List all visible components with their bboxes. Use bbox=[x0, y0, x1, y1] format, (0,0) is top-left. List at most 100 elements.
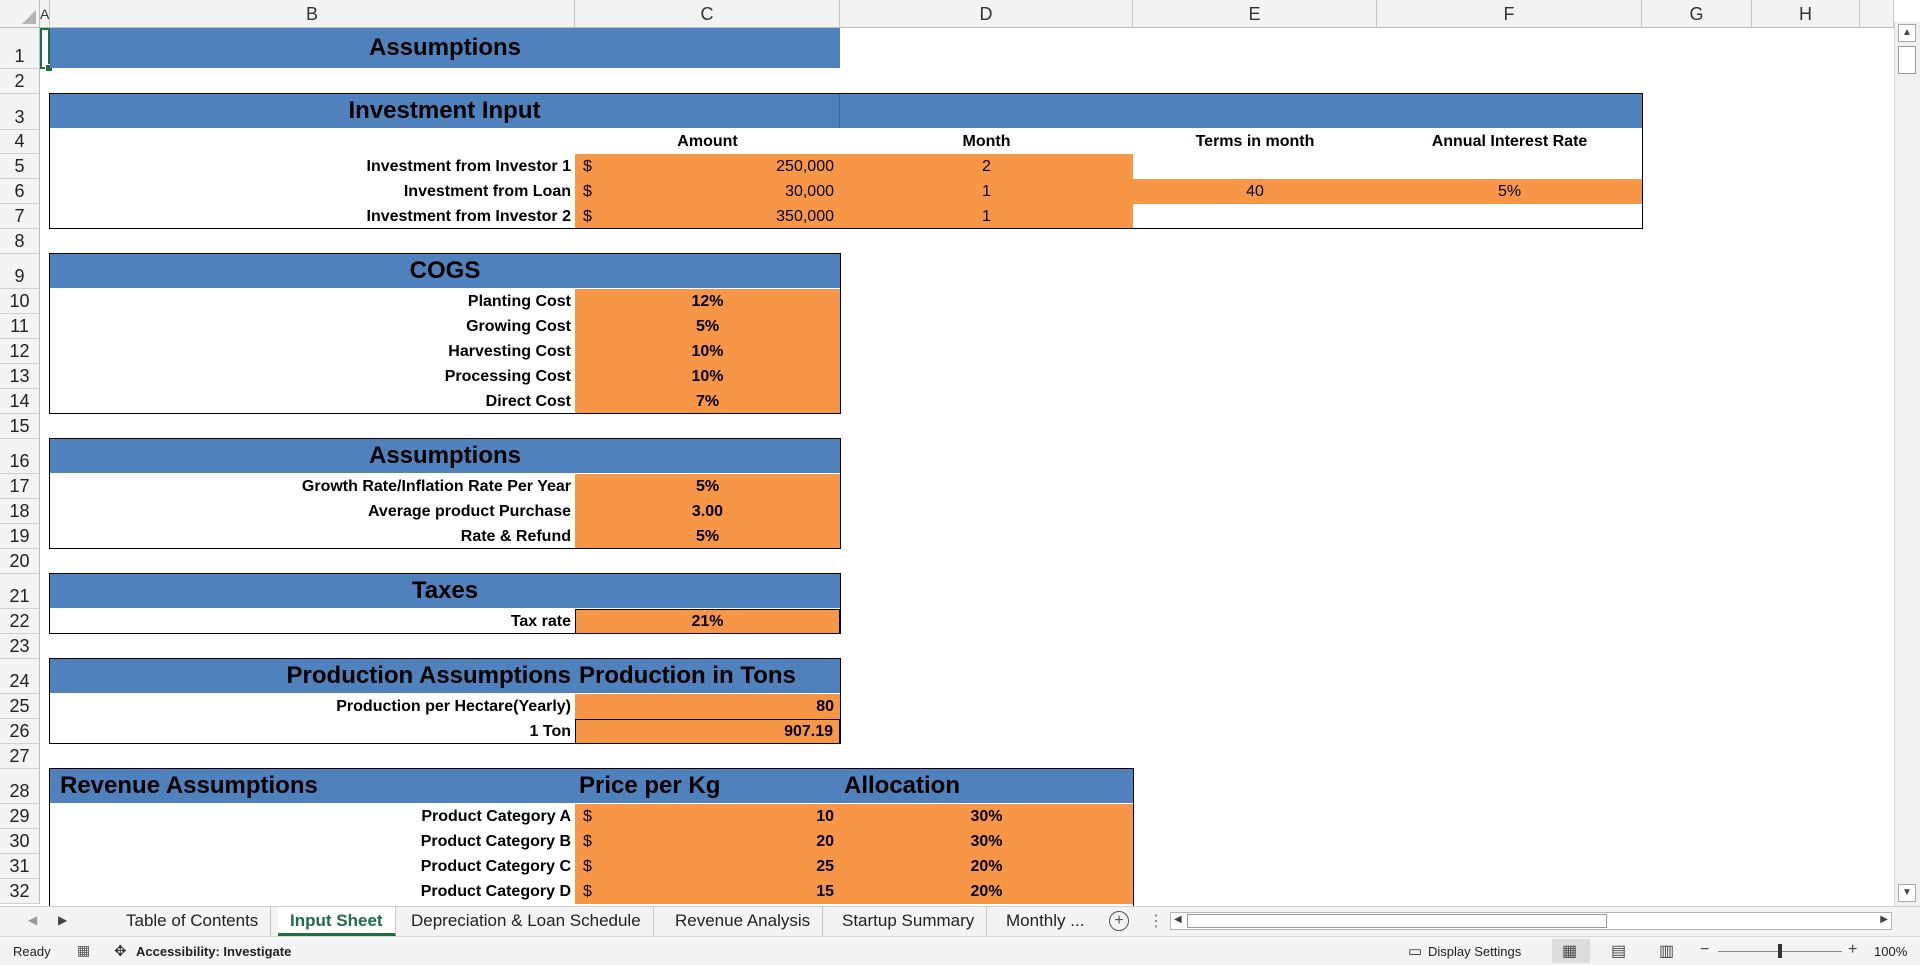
assumption-label[interactable]: Average product Purchase bbox=[50, 499, 575, 524]
column-label-month[interactable]: Month bbox=[840, 130, 1133, 154]
vertical-scrollbar[interactable]: ▲ ▼ bbox=[1894, 22, 1920, 906]
column-header-g[interactable]: G bbox=[1642, 0, 1752, 28]
scroll-up-icon[interactable]: ▲ bbox=[1898, 24, 1916, 42]
column-label-price[interactable]: Price per Kg bbox=[575, 769, 840, 803]
cogs-value-cell[interactable]: 7% bbox=[575, 389, 840, 414]
row-header[interactable]: 10 bbox=[0, 289, 40, 314]
section-title-production[interactable]: Production Assumptions bbox=[50, 659, 575, 693]
revenue-allocation-cell[interactable]: 20% bbox=[840, 879, 1133, 904]
column-label-amount[interactable]: Amount bbox=[575, 130, 840, 154]
revenue-allocation-cell[interactable]: 30% bbox=[840, 804, 1133, 829]
row-header[interactable]: 6 bbox=[0, 179, 40, 204]
row-header[interactable]: 19 bbox=[0, 524, 40, 549]
row-header[interactable]: 30 bbox=[0, 829, 40, 854]
row-header[interactable]: 11 bbox=[0, 314, 40, 339]
investment-amount-cell[interactable]: $350,000 bbox=[575, 204, 840, 229]
row-header[interactable]: 28 bbox=[0, 769, 40, 804]
loan-rate-cell[interactable]: 5% bbox=[1377, 179, 1642, 204]
cogs-label[interactable]: Harvesting Cost bbox=[50, 339, 575, 364]
accessibility-status[interactable]: Accessibility: Investigate bbox=[136, 944, 291, 959]
row-header[interactable]: 29 bbox=[0, 804, 40, 829]
row-header[interactable]: 21 bbox=[0, 574, 40, 609]
investment-month-cell[interactable]: 2 bbox=[840, 154, 1133, 179]
section-title-assumptions[interactable]: Assumptions bbox=[50, 439, 840, 473]
prev-sheet-icon[interactable]: ◀ bbox=[28, 913, 37, 927]
investment-label[interactable]: Investment from Investor 2 bbox=[50, 204, 575, 229]
investment-label[interactable]: Investment from Investor 1 bbox=[50, 154, 575, 179]
investment-label[interactable]: Investment from Loan bbox=[50, 179, 575, 204]
investment-month-cell[interactable]: 1 bbox=[840, 204, 1133, 229]
section-title-revenue[interactable]: Revenue Assumptions bbox=[50, 769, 575, 803]
row-header[interactable]: 32 bbox=[0, 879, 40, 904]
column-header-b[interactable]: B bbox=[50, 0, 575, 28]
column-header-f[interactable]: F bbox=[1377, 0, 1642, 28]
tab-revenue-analysis[interactable]: Revenue Analysis bbox=[663, 907, 824, 936]
add-sheet-icon[interactable]: + bbox=[1109, 911, 1129, 931]
accessibility-icon[interactable]: ✥ bbox=[114, 942, 127, 960]
investment-month-cell[interactable]: 1 bbox=[840, 179, 1133, 204]
investment-amount-cell[interactable]: $30,000 bbox=[575, 179, 840, 204]
row-header[interactable]: 8 bbox=[0, 229, 40, 254]
assumption-value-cell[interactable]: 3.00 bbox=[575, 499, 840, 524]
cogs-label[interactable]: Planting Cost bbox=[50, 289, 575, 314]
cogs-value-cell[interactable]: 10% bbox=[575, 339, 840, 364]
tab-table-of-contents[interactable]: Table of Contents bbox=[114, 907, 272, 936]
horizontal-scrollbar[interactable]: ◀ ▶ bbox=[1170, 912, 1892, 930]
cogs-label[interactable]: Growing Cost bbox=[50, 314, 575, 339]
row-header[interactable]: 12 bbox=[0, 339, 40, 364]
column-header-h[interactable]: H bbox=[1752, 0, 1860, 28]
tax-label[interactable]: Tax rate bbox=[50, 609, 575, 634]
next-sheet-icon[interactable]: ▶ bbox=[58, 913, 67, 927]
row-header[interactable]: 26 bbox=[0, 719, 40, 744]
row-header[interactable]: 27 bbox=[0, 744, 40, 769]
cogs-value-cell[interactable]: 5% bbox=[575, 314, 840, 339]
revenue-allocation-cell[interactable]: 30% bbox=[840, 829, 1133, 854]
row-header[interactable]: 13 bbox=[0, 364, 40, 389]
assumption-label[interactable]: Growth Rate/Inflation Rate Per Year bbox=[50, 474, 575, 499]
tab-input-sheet[interactable]: Input Sheet bbox=[278, 907, 396, 936]
revenue-price-cell[interactable]: $20 bbox=[575, 829, 840, 854]
row-header[interactable]: 17 bbox=[0, 474, 40, 499]
revenue-price-cell[interactable]: $15 bbox=[575, 879, 840, 904]
revenue-price-cell[interactable]: $25 bbox=[575, 854, 840, 879]
row-header[interactable]: 24 bbox=[0, 659, 40, 694]
zoom-level[interactable]: 100% bbox=[1874, 944, 1907, 959]
production-value-cell[interactable]: 80 bbox=[575, 694, 840, 719]
scroll-left-icon[interactable]: ◀ bbox=[1174, 914, 1182, 925]
cogs-label[interactable]: Direct Cost bbox=[50, 389, 575, 414]
zoom-slider-handle[interactable] bbox=[1778, 944, 1782, 958]
section-title-investment[interactable]: Investment Input bbox=[50, 94, 840, 128]
row-header[interactable]: 18 bbox=[0, 499, 40, 524]
assumption-value-cell[interactable]: 5% bbox=[575, 524, 840, 549]
macro-record-icon[interactable]: ▦ bbox=[77, 942, 90, 959]
cogs-value-cell[interactable]: 12% bbox=[575, 289, 840, 314]
revenue-label[interactable]: Product Category C bbox=[50, 854, 575, 879]
row-header[interactable]: 9 bbox=[0, 254, 40, 289]
scroll-right-icon[interactable]: ▶ bbox=[1880, 914, 1888, 925]
production-label[interactable]: 1 Ton bbox=[50, 719, 575, 744]
tax-rate-cell[interactable]: 21% bbox=[575, 609, 840, 634]
row-header[interactable]: 25 bbox=[0, 694, 40, 719]
spreadsheet-grid[interactable]: A B C D E F G H 1 2 3 4 5 6 7 8 9 10 11 … bbox=[0, 0, 1920, 906]
row-header[interactable]: 14 bbox=[0, 389, 40, 414]
column-label-terms[interactable]: Terms in month bbox=[1133, 130, 1377, 154]
revenue-label[interactable]: Product Category D bbox=[50, 879, 575, 904]
select-all-corner[interactable] bbox=[0, 0, 40, 28]
loan-terms-cell[interactable]: 40 bbox=[1133, 179, 1377, 204]
tab-monthly[interactable]: Monthly ... bbox=[994, 907, 1096, 936]
revenue-label[interactable]: Product Category A bbox=[50, 804, 575, 829]
display-settings-icon[interactable]: ▭ bbox=[1408, 942, 1422, 960]
production-label[interactable]: Production per Hectare(Yearly) bbox=[50, 694, 575, 719]
revenue-price-cell[interactable]: $10 bbox=[575, 804, 840, 829]
column-label-allocation[interactable]: Allocation bbox=[840, 769, 1133, 803]
zoom-in-icon[interactable]: + bbox=[1848, 941, 1857, 959]
row-header[interactable]: 23 bbox=[0, 634, 40, 659]
row-header[interactable]: 5 bbox=[0, 154, 40, 179]
tab-depreciation-loan[interactable]: Depreciation & Loan Schedule bbox=[399, 907, 654, 936]
section-subtitle-production[interactable]: Production in Tons bbox=[575, 659, 840, 693]
revenue-label[interactable]: Product Category B bbox=[50, 829, 575, 854]
zoom-out-icon[interactable]: − bbox=[1700, 941, 1709, 959]
assumption-label[interactable]: Rate & Refund bbox=[50, 524, 575, 549]
row-header[interactable]: 20 bbox=[0, 549, 40, 574]
column-header-c[interactable]: C bbox=[575, 0, 840, 28]
